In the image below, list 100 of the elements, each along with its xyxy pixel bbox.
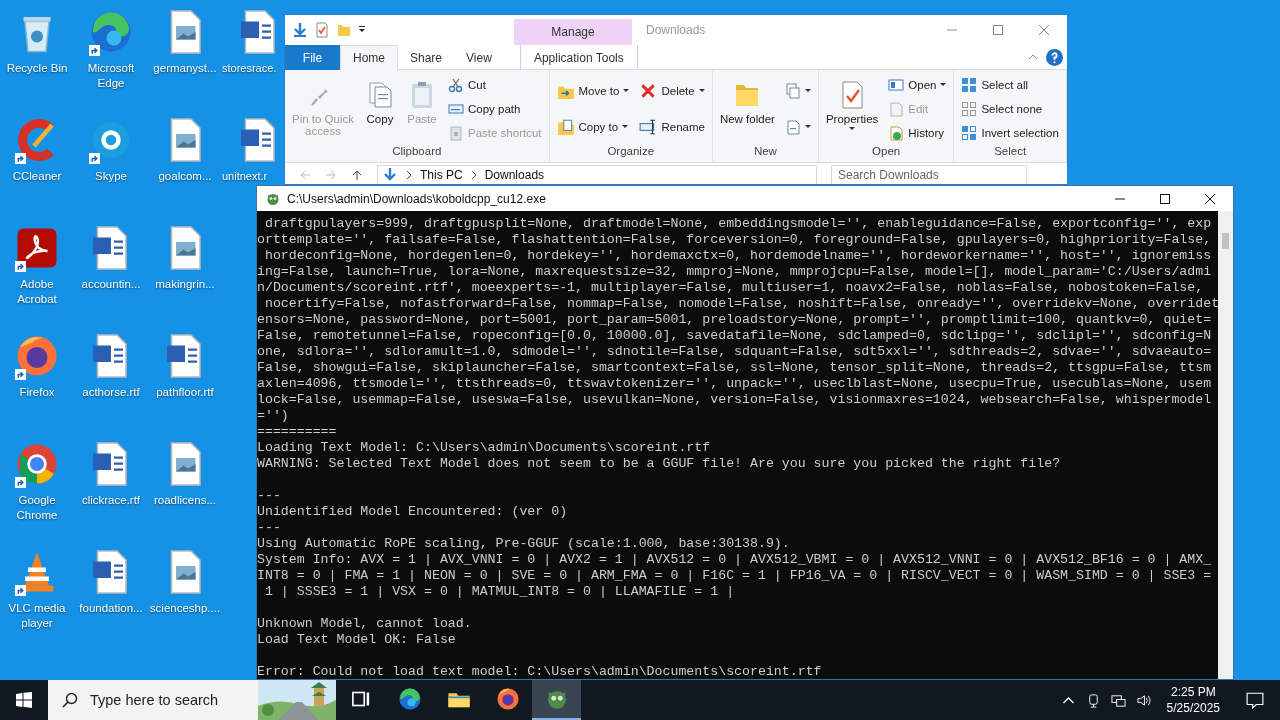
group-label: Organize [606,145,656,159]
ribbon-button[interactable]: Invert selection [958,121,1062,145]
desktop-icon-label[interactable]: makingrin... [148,277,222,292]
up-icon[interactable] [351,169,363,181]
desktop-icon-label[interactable]: Firefox [0,385,74,400]
folder-page-icon [556,118,575,136]
browser-icon [396,686,423,712]
delete-icon [639,82,658,100]
ribbon-tab[interactable]: Home [340,45,398,70]
desktop-icon-label[interactable]: accountin... [74,277,148,292]
ribbon-button[interactable]: History [885,121,950,145]
ribbon-button[interactable]: Rename [636,109,708,145]
desktop-icon-label[interactable]: germanyst... [148,61,222,76]
console-line: False, remotetunnel=False, ropeconfig=[0.0, 10000.0], savedatafile=None, sdclamped=0, sdclipg='', sdclipl='', sdconfig=N [257,328,1213,344]
caret-icon [940,83,947,87]
network-icon[interactable] [1110,692,1126,708]
console-line: INT8 = 0 | FMA = 1 | NEON = 0 | SVE = 0 | ARM_FMA = 0 | F16C = 1 | FP16_VA = 0 | RISCV_VECT = 0 | WASM_SIMD = 0 | SSE3 = [257,568,1213,584]
console-line: one, sdlora='', sdloramult=1.0, sdmodel='', sdnotile=False, sdquant=False, sdt5xxl='', sdthreads=2, sdvae='', sdvaeauto= [257,344,1213,360]
console-line: hordeconfig=None, hordegenlen=0, hordekey='', hordemaxctx=0, hordemodelname='', hordeworkername='', host='', ignoremiss [263,248,1213,264]
group-label: Select [993,145,1028,159]
notification-icon[interactable] [1246,691,1264,709]
console-line: ensors=None, password=None, port=5001, port_param=5001, preloadstory=None, prompt='', promptlimit=100, quantkv=0, quiet= [257,312,1213,328]
console-line: --- [257,488,282,504]
console-line: draftgpulayers=999, draftgpusplit=None, draftmodel=None, embeddingsmodel='', enableguidance=False, exportconfig='', exp [263,216,1213,232]
desktop-icon-label[interactable]: Google Chrome [0,493,74,523]
desktop-icon-label[interactable]: unitnext.r [222,169,268,184]
ribbon-button[interactable]: New folder [716,73,778,145]
grid-icon [961,125,978,141]
scissors-icon [448,77,464,93]
console-line: ========== [257,424,338,440]
desktop-icon-label[interactable]: Adobe Acrobat [0,277,74,307]
help-icon[interactable] [1046,48,1063,66]
ribbon-button[interactable]: Cut [445,73,545,97]
console-line: n/Documents/scoreint.rtf', moeexperts=-1, multiplayer=False, multiuser=1, noavx2=False, noblas=False, nobostoken=False, [257,280,1205,296]
window-title: C:\Users\admin\Downloads\koboldcpp_cu12.exe [287,191,547,206]
download-icon[interactable] [292,22,308,38]
ribbon-tab[interactable]: File [285,45,340,70]
console-line: lock=False, usemmap=False, useswa=False, usevulkan=None, version=False, visionmaxres=1024, websearch=False, whispermodel [257,392,1213,408]
ribbon-tab[interactable]: View [454,45,504,70]
clock-date[interactable]: 5/25/2025 [1166,700,1220,716]
properties-icon[interactable] [314,22,330,38]
start-icon[interactable] [16,692,32,708]
search-field[interactable]: Search Downloads [831,165,1027,184]
breadcrumb-item[interactable]: This PC [420,168,463,182]
console-line: orttemplate='', failsafe=False, flashattention=False, forceversion=0, foreground=False, gpulayers=0, highpriority=False, [257,232,1213,248]
desktop-icon-label[interactable]: goalcom... [148,169,222,184]
ribbon-tab[interactable]: Share [398,45,455,70]
console-line: ='') [257,408,290,424]
desktop-icon-label[interactable]: CCleaner [0,169,74,184]
ribbon-button[interactable]: Open [885,73,950,97]
caret-icon[interactable] [358,26,366,34]
caret-icon [849,127,856,131]
browser-icon [494,686,521,712]
desktop-icon-label[interactable]: roadlicens... [148,493,222,508]
desktop-icon-label[interactable]: Skype [74,169,148,184]
breadcrumb-item[interactable]: Downloads [484,168,545,182]
chevron-icon [470,171,477,179]
desktop-icon-label[interactable]: Microsoft Edge [74,61,148,91]
group-label: New [752,145,778,159]
desktop-icon-label[interactable]: Recycle Bin [0,61,74,76]
ribbon-button[interactable]: Move to [553,73,633,109]
volume-icon[interactable] [1135,692,1151,708]
caret-icon [804,89,811,93]
console-line: Using Automatic RoPE scaling, Pre-GGUF (scale:1.000, base:30138.9). [257,536,791,552]
desktop-icon-label[interactable]: clickrace.rtf [74,493,148,508]
ribbon-button[interactable]: Select all [958,73,1062,97]
ribbon-button[interactable]: Properties [822,73,882,145]
search-field[interactable]: Type here to search [88,691,258,709]
collapse-icon[interactable] [1028,54,1038,60]
search-box[interactable]: Type here to search [48,680,336,720]
desktop-icon-label[interactable]: VLC media player [0,601,74,631]
chevron-icon [406,171,412,179]
ribbon-button[interactable]: Copy to [553,109,633,145]
page-icon [784,119,801,135]
ribbon-button[interactable]: Delete [636,73,708,109]
clock-time[interactable]: 2:25 PM [1170,684,1216,700]
group-label: Open [871,145,902,159]
maximize-icon[interactable] [1160,193,1170,204]
console-line: ing=False, launch=True, lora=None, maxrequestsize=32, mmproj=None, mmprojcpu=False, model=[], model_param='C:/Users/admi [257,264,1213,280]
group-label: Clipboard [391,145,443,159]
desktop-icon-label[interactable]: acthorse.rtf [74,385,148,400]
console-line: False, showgui=False, skiplauncher=False, smartcontext=False, ssl=None, tensor_split=None, threads=2, ttsgpu=False, ttsm [257,360,1213,376]
pages-icon [784,83,801,99]
console-line: --- [257,520,282,536]
console-line: System Info: AVX = 1 | AVX_VNNI = 0 | AVX2 = 1 | AVX512 = 0 | AVX512_VBMI = 0 | AVX512_VNNI = 0 | AVX512_BF16 = 0 | AMX_ [257,552,1213,568]
ribbon-button[interactable]: Copy path [445,97,545,121]
search-icon [62,692,78,708]
console-line: Unknown Model, cannot load. [257,616,473,632]
desktop-icon-label[interactable]: scienceshp.... [148,601,222,616]
close-icon[interactable] [1205,193,1215,204]
desktop-icon-label[interactable]: storesrace. [222,61,277,76]
ribbon-button[interactable]: Select none [958,97,1062,121]
desktop-icon-label[interactable]: pathfloor.rtf [148,385,222,400]
scrollbar[interactable] [1218,211,1233,679]
caret-icon [623,89,630,93]
clipboard-icon [448,125,464,141]
caret-icon [622,125,629,129]
ribbon-button[interactable]: Copy [361,73,399,145]
desktop-icon-label[interactable]: foundation... [74,601,148,616]
console-line: 1 | SSSE3 = 1 | VSX = 0 | MATMUL_INT8 = 0 | LLAMAFILE = 1 | [263,584,736,600]
